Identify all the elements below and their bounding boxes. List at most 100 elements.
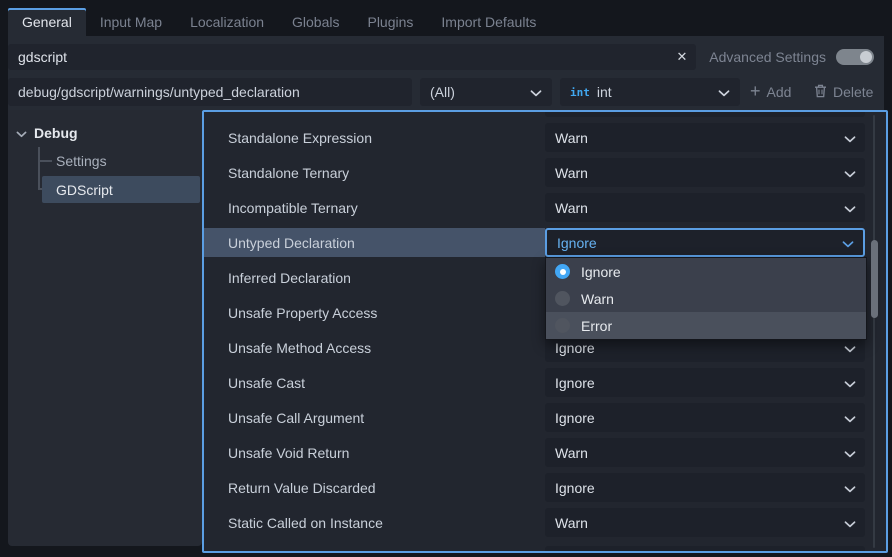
setting-row: Untyped Declaration Ignore	[204, 228, 545, 257]
property-path-input[interactable]	[8, 78, 412, 106]
tab-localization[interactable]: Localization	[176, 8, 278, 36]
setting-label: Inferred Declaration	[228, 263, 351, 292]
setting-value-dropdown[interactable]: Warn	[545, 438, 865, 467]
chevron-down-icon	[530, 84, 542, 100]
setting-value: Ignore	[555, 340, 595, 356]
setting-value-dropdown[interactable]: Warn	[545, 158, 865, 187]
property-bar: (All) int int + Add Delete	[8, 78, 884, 106]
setting-value: Ignore	[555, 480, 595, 496]
tree-connector-line	[38, 160, 52, 162]
chevron-down-icon	[844, 480, 856, 496]
setting-value-dropdown[interactable]: Warn	[545, 508, 865, 537]
setting-value: Warn	[555, 515, 588, 531]
advanced-settings: Advanced Settings	[709, 44, 874, 70]
tab-label: Localization	[190, 14, 264, 30]
setting-value-dropdown[interactable]: Warn	[545, 193, 865, 222]
setting-row: Standalone Expression Warn	[204, 123, 886, 152]
tree-item-label: GDScript	[56, 182, 113, 198]
feature-filter-dropdown[interactable]: (All)	[420, 78, 552, 106]
setting-label: Unsafe Property Access	[228, 298, 377, 327]
tab-input-map[interactable]: Input Map	[86, 8, 176, 36]
tab-import-defaults[interactable]: Import Defaults	[427, 8, 550, 36]
tab-bar: General Input Map Localization Globals P…	[8, 8, 550, 36]
tab-plugins[interactable]: Plugins	[353, 8, 427, 36]
dropdown-option[interactable]: Ignore	[546, 258, 866, 285]
tree-item-debug[interactable]: Debug	[16, 120, 78, 146]
setting-label: Unsafe Method Access	[228, 333, 371, 362]
dropdown-option[interactable]: Error	[546, 312, 866, 339]
setting-value: Ignore	[555, 410, 595, 426]
int-type-icon: int	[570, 86, 590, 99]
setting-value-dropdown[interactable]: Ignore	[545, 403, 865, 432]
advanced-settings-label: Advanced Settings	[709, 49, 826, 65]
trash-icon	[814, 84, 827, 101]
chevron-down-icon	[718, 84, 730, 100]
setting-label: Standalone Ternary	[228, 158, 349, 187]
expand-chevron-icon[interactable]	[16, 125, 27, 141]
chevron-down-icon	[844, 200, 856, 216]
setting-label: Untyped Declaration	[228, 228, 355, 257]
search-input[interactable]	[8, 44, 696, 70]
tab-label: Input Map	[100, 14, 162, 30]
tab-globals[interactable]: Globals	[278, 8, 353, 36]
dropdown-option[interactable]: Warn	[546, 285, 866, 312]
setting-row: Unsafe Cast Ignore	[204, 368, 886, 397]
option-label: Warn	[581, 291, 614, 307]
setting-label: Unsafe Void Return	[228, 438, 349, 467]
scrollbar-track[interactable]	[873, 115, 875, 548]
tree-connector-line	[38, 147, 40, 190]
enum-dropdown-popup: Ignore Warn Error	[545, 257, 867, 340]
delete-property-button[interactable]: Delete	[814, 78, 873, 106]
add-property-button[interactable]: + Add	[750, 78, 791, 106]
radio-icon	[555, 291, 570, 306]
setting-row: Return Value Discarded Ignore	[204, 473, 886, 502]
chevron-down-icon	[844, 375, 856, 391]
setting-value: Ignore	[557, 235, 597, 251]
search-row: ✕ Advanced Settings	[8, 44, 884, 70]
chevron-down-icon	[842, 235, 854, 251]
tree-item-settings[interactable]: Settings	[56, 148, 107, 174]
clear-search-icon[interactable]: ✕	[670, 44, 694, 70]
tab-label: General	[22, 14, 72, 30]
plus-icon: +	[750, 82, 761, 100]
tab-label: Import Defaults	[441, 14, 536, 30]
setting-value-dropdown[interactable]: Warn	[545, 123, 865, 152]
type-dropdown[interactable]: int int	[560, 78, 740, 106]
radio-icon	[555, 264, 570, 279]
settings-panel: Standalone Expression Warn Standalone Te…	[202, 110, 888, 553]
scrollbar-thumb[interactable]	[871, 240, 878, 318]
advanced-settings-toggle[interactable]	[836, 49, 874, 65]
setting-value: Warn	[555, 130, 588, 146]
setting-value: Warn	[555, 165, 588, 181]
tab-label: Plugins	[367, 14, 413, 30]
setting-value: Warn	[555, 200, 588, 216]
setting-row: Standalone Ternary Warn	[204, 158, 886, 187]
tree-item-gdscript[interactable]: GDScript	[42, 176, 200, 203]
partial-row-below	[545, 546, 865, 551]
setting-row: Static Called on Instance Warn	[204, 508, 886, 537]
setting-value: Ignore	[555, 375, 595, 391]
feature-filter-value: (All)	[430, 84, 455, 100]
chevron-down-icon	[844, 340, 856, 356]
chevron-down-icon	[844, 130, 856, 146]
setting-label: Standalone Expression	[228, 123, 372, 152]
add-button-label: Add	[767, 84, 792, 100]
type-value: int	[597, 84, 612, 100]
setting-value-dropdown[interactable]: Ignore	[545, 473, 865, 502]
setting-value-dropdown[interactable]: Ignore	[545, 368, 865, 397]
setting-label: Return Value Discarded	[228, 473, 376, 502]
option-label: Ignore	[581, 264, 621, 280]
setting-label: Incompatible Ternary	[228, 193, 358, 222]
setting-value-dropdown[interactable]: Ignore	[545, 228, 865, 257]
setting-row: Unsafe Void Return Warn	[204, 438, 886, 467]
option-label: Error	[581, 318, 612, 334]
tree-item-label: Settings	[56, 153, 107, 169]
tab-general[interactable]: General	[8, 8, 86, 36]
setting-row: Incompatible Ternary Warn	[204, 193, 886, 222]
chevron-down-icon	[844, 515, 856, 531]
setting-label: Static Called on Instance	[228, 508, 383, 537]
chevron-down-icon	[844, 165, 856, 181]
tab-label: Globals	[292, 14, 339, 30]
setting-label: Unsafe Cast	[228, 368, 305, 397]
setting-row: Unsafe Call Argument Ignore	[204, 403, 886, 432]
